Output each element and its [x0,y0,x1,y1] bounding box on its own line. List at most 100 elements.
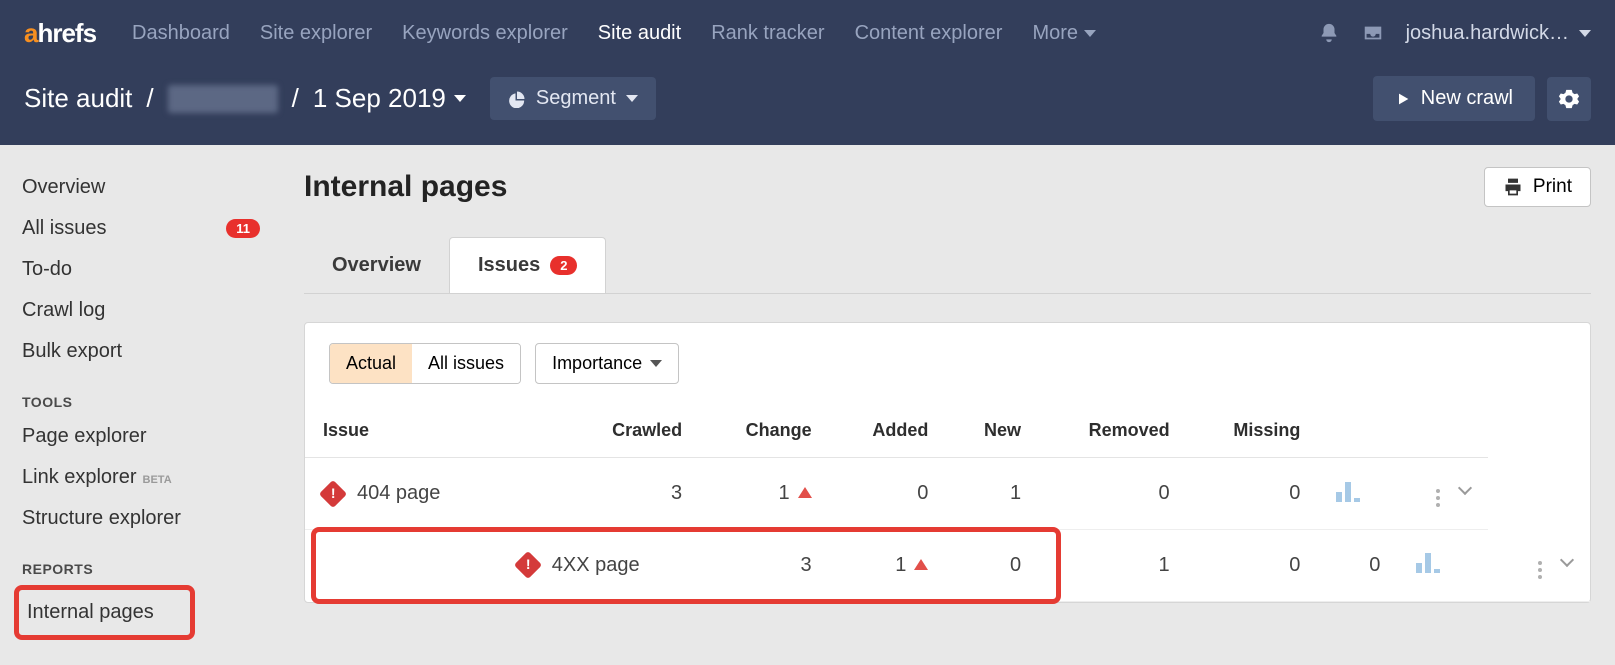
table-row[interactable]: 4XX page 3 1 0 1 0 0 [305,530,1590,602]
sparkline-icon [1416,551,1440,573]
sidebar-label: Overview [22,176,105,199]
sub-nav: Site audit / / 1 Sep 2019 Segment New cr… [0,66,1615,145]
cell-added: 0 [830,458,947,530]
date-dropdown[interactable]: 1 Sep 2019 [313,83,466,114]
print-button[interactable]: Print [1484,167,1591,207]
toggle-all-issues[interactable]: All issues [412,344,520,383]
sidebar-label: Internal pages [27,601,154,624]
col-new[interactable]: New [946,404,1039,458]
play-icon [1395,91,1411,107]
nav-label: Content explorer [855,22,1003,45]
issue-name: 404 page [357,482,440,505]
cell-removed: 0 [1188,530,1319,602]
toggle-label: All issues [428,353,504,373]
nav-rank-tracker[interactable]: Rank tracker [711,22,824,45]
issues-badge: 11 [226,219,260,238]
page-title: Internal pages [304,170,507,204]
sidebar-item-overview[interactable]: Overview [22,167,280,208]
tab-badge: 2 [550,256,577,275]
chevron-down-icon[interactable] [1458,481,1472,495]
nav-keywords-explorer[interactable]: Keywords explorer [402,22,568,45]
logo-a: a [24,18,37,48]
col-change[interactable]: Change [700,404,829,458]
chevron-down-icon [454,95,466,102]
bell-icon[interactable] [1318,22,1340,44]
breadcrumb: Site audit / / 1 Sep 2019 [24,83,466,114]
sidebar-item-link-explorer[interactable]: Link explorerBETA [22,457,280,498]
cell-change: 1 [700,458,829,530]
segment-button[interactable]: Segment [490,77,656,120]
col-actions [1398,404,1488,458]
col-crawled[interactable]: Crawled [500,404,700,458]
logo[interactable]: ahrefs [24,18,96,49]
user-menu[interactable]: joshua.hardwick… [1406,22,1591,45]
up-triangle-icon [798,487,812,498]
segment-label: Segment [536,87,616,110]
more-menu-icon[interactable] [1528,557,1552,583]
nav-site-audit[interactable]: Site audit [598,22,681,45]
col-missing[interactable]: Missing [1188,404,1319,458]
chevron-down-icon[interactable] [1560,552,1574,566]
cell-crawled: 3 [500,458,700,530]
importance-dropdown[interactable]: Importance [535,343,679,384]
new-crawl-label: New crawl [1421,87,1513,110]
nav-dashboard[interactable]: Dashboard [132,22,230,45]
sidebar-item-bulk-export[interactable]: Bulk export [22,331,280,372]
importance-label: Importance [552,353,642,374]
pie-icon [508,90,526,108]
title-row: Internal pages Print [304,167,1591,207]
error-icon [319,479,347,507]
issue-cell: 404 page [323,482,482,505]
nav-content-explorer[interactable]: Content explorer [855,22,1003,45]
inbox-icon[interactable] [1362,22,1384,44]
tab-issues[interactable]: Issues 2 [449,237,607,293]
settings-button[interactable] [1547,77,1591,121]
user-name: joshua.hardwick… [1406,22,1569,45]
col-spark [1318,404,1398,458]
sidebar-item-crawl-log[interactable]: Crawl log [22,290,280,331]
cell-change: 1 [830,530,947,602]
cell-new: 1 [1039,530,1188,602]
date-label: 1 Sep 2019 [313,83,446,114]
cell-new: 1 [946,458,1039,530]
sidebar-heading-tools: TOOLS [22,394,280,410]
chevron-down-icon [1579,30,1591,37]
nav-label: Keywords explorer [402,22,568,45]
top-nav: ahrefs Dashboard Site explorer Keywords … [0,0,1615,66]
tab-overview[interactable]: Overview [304,237,449,293]
col-removed[interactable]: Removed [1039,404,1188,458]
filter-bar: Actual All issues Importance [305,323,1590,404]
logo-rest: hrefs [37,18,96,48]
cell-removed: 0 [1039,458,1188,530]
issue-cell: 4XX page [518,554,682,577]
cell-actions [1488,530,1590,602]
new-crawl-button[interactable]: New crawl [1373,76,1535,121]
gear-icon [1558,88,1580,110]
sidebar-item-todo[interactable]: To-do [22,249,280,290]
col-issue[interactable]: Issue [305,404,500,458]
tab-label: Overview [332,254,421,277]
cell-crawled: 3 [700,530,829,602]
sidebar-item-all-issues[interactable]: All issues 11 [22,208,280,249]
cell-spark [1398,530,1488,602]
cell-added: 0 [946,530,1039,602]
issues-panel: Actual All issues Importance Issue Crawl… [304,322,1591,603]
main-layout: Overview All issues 11 To-do Crawl log B… [0,145,1615,640]
nav-more[interactable]: More [1032,22,1096,45]
issue-name: 4XX page [552,554,640,577]
table-row[interactable]: 404 page 3 1 0 1 0 0 [305,458,1590,530]
sidebar-item-internal-pages[interactable]: Internal pages [19,592,174,633]
nav-label: Rank tracker [711,22,824,45]
sidebar-heading-reports: REPORTS [22,561,280,577]
toggle-actual[interactable]: Actual [330,344,412,383]
nav-label: Site audit [598,22,681,45]
chevron-down-icon [626,95,638,102]
sidebar-item-page-explorer[interactable]: Page explorer [22,416,280,457]
breadcrumb-root[interactable]: Site audit [24,83,132,114]
tabs: Overview Issues 2 [304,237,1591,294]
cell-spark [1318,458,1398,530]
col-added[interactable]: Added [830,404,947,458]
more-menu-icon[interactable] [1426,485,1450,511]
nav-site-explorer[interactable]: Site explorer [260,22,372,45]
sidebar-item-structure-explorer[interactable]: Structure explorer [22,498,280,539]
